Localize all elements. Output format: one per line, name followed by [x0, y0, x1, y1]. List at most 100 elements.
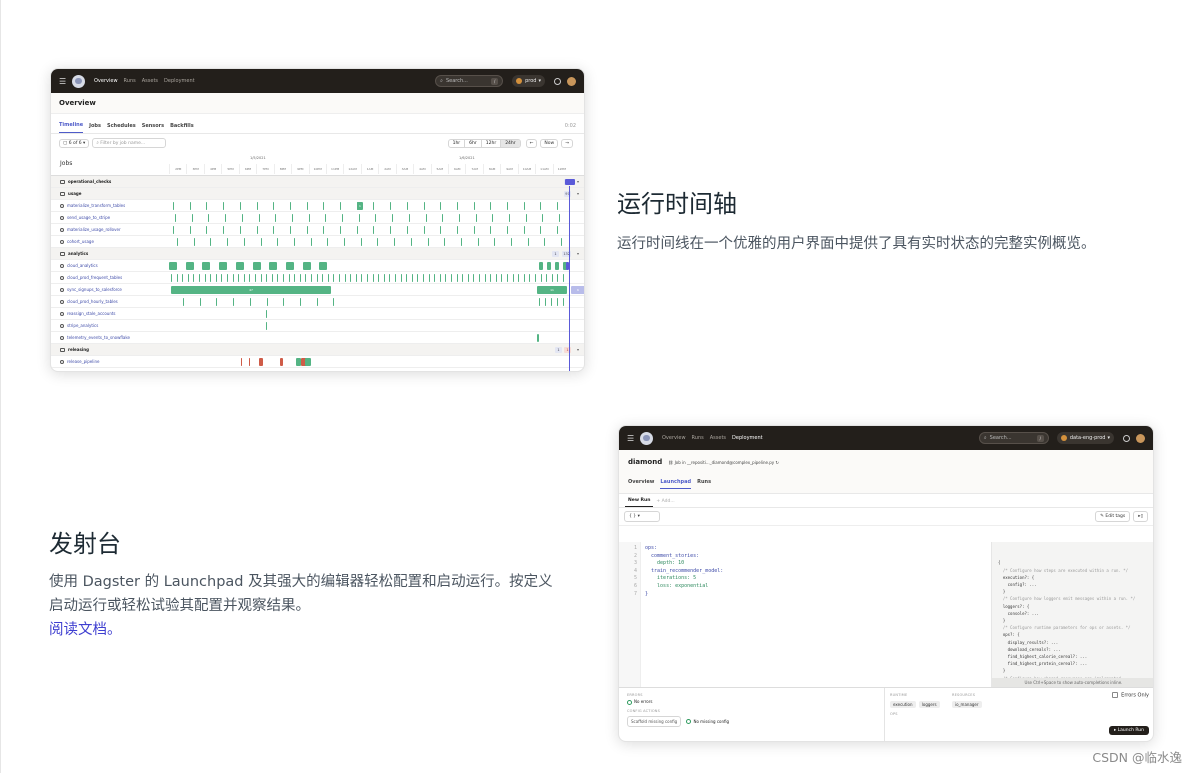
- run-bar[interactable]: [182, 274, 184, 282]
- chevron-down-icon[interactable]: ▾: [577, 176, 579, 188]
- run-bar[interactable]: [185, 262, 194, 270]
- run-bar[interactable]: [535, 274, 536, 282]
- run-bar[interactable]: [490, 202, 492, 210]
- run-bar[interactable]: [340, 226, 341, 234]
- run-bar[interactable]: [408, 214, 410, 222]
- run-bar[interactable]: [563, 274, 564, 282]
- job-name[interactable]: release_pipeline: [60, 356, 99, 368]
- run-bar[interactable]: [316, 298, 318, 306]
- run-bar[interactable]: [266, 310, 267, 318]
- run-bar[interactable]: [289, 202, 291, 210]
- run-bar[interactable]: [527, 238, 529, 246]
- run-bar[interactable]: [559, 214, 561, 222]
- run-bar[interactable]: [189, 226, 191, 234]
- run-bar[interactable]: [400, 274, 402, 282]
- run-bar[interactable]: [258, 214, 260, 222]
- run-bar[interactable]: [507, 226, 508, 234]
- run-bar[interactable]: [325, 214, 327, 222]
- run-bar[interactable]: [183, 298, 184, 306]
- run-bar[interactable]: [512, 274, 514, 282]
- run-bar[interactable]: [360, 238, 362, 246]
- run-bar[interactable]: [249, 358, 250, 366]
- dagster-logo-icon[interactable]: [72, 74, 85, 88]
- run-bar[interactable]: [375, 214, 377, 222]
- run-bar[interactable]: [551, 274, 553, 282]
- range-1hr[interactable]: 1hr: [449, 139, 466, 147]
- run-bar[interactable]: [444, 238, 446, 246]
- run-bar[interactable]: [390, 202, 392, 210]
- run-bar[interactable]: [539, 298, 540, 306]
- run-bar[interactable]: [176, 274, 178, 282]
- run-bar[interactable]: [456, 274, 458, 282]
- run-bar[interactable]: [511, 238, 512, 246]
- job-row[interactable]: materialize_usage_rollover: [51, 224, 584, 236]
- run-bar[interactable]: [252, 262, 261, 270]
- run-bar[interactable]: [523, 226, 525, 234]
- run-bar[interactable]: [206, 202, 208, 210]
- run-bar[interactable]: [473, 274, 475, 282]
- run-bar[interactable]: [355, 274, 357, 282]
- run-bar[interactable]: [323, 202, 325, 210]
- run-bar[interactable]: [283, 298, 285, 306]
- run-bar[interactable]: [523, 202, 525, 210]
- run-bar[interactable]: [442, 214, 444, 222]
- run-bar[interactable]: [344, 238, 345, 246]
- job-name[interactable]: cloud_prod_frequent_tables: [60, 272, 122, 284]
- tab-launchpad[interactable]: Launchpad: [660, 479, 692, 489]
- run-bar[interactable]: [367, 274, 368, 282]
- run-bar[interactable]: [389, 274, 391, 282]
- run-bar[interactable]: 11: [537, 286, 567, 294]
- run-bar[interactable]: [494, 238, 496, 246]
- add-session-button[interactable]: + Add...: [653, 499, 677, 507]
- run-bar[interactable]: [277, 238, 279, 246]
- run-bar[interactable]: [340, 202, 341, 210]
- run-bar[interactable]: [333, 274, 335, 282]
- nav-assets[interactable]: Assets: [710, 435, 726, 441]
- run-bar[interactable]: [187, 274, 189, 282]
- run-bar[interactable]: [477, 238, 479, 246]
- run-bar[interactable]: [378, 274, 380, 282]
- launch-run-button[interactable]: ▸ Launch Run: [1108, 726, 1149, 735]
- run-bar[interactable]: [239, 226, 241, 234]
- job-filter-input[interactable]: ⌕ Filter by job name...: [92, 138, 167, 148]
- job-row[interactable]: materialize_transform_tables 1: [51, 200, 584, 212]
- run-bar[interactable]: [467, 274, 469, 282]
- run-bar[interactable]: [537, 334, 539, 342]
- run-bar[interactable]: [208, 214, 210, 222]
- run-bar[interactable]: [241, 358, 242, 366]
- chip-io-manager[interactable]: io_manager: [952, 701, 982, 708]
- run-bar[interactable]: [285, 262, 294, 270]
- job-name[interactable]: cloud_analytics: [60, 260, 98, 272]
- read-docs-link[interactable]: 阅读文档。: [49, 622, 122, 638]
- search-input[interactable]: ⌕ Search... /: [435, 75, 504, 87]
- run-bar[interactable]: [434, 274, 436, 282]
- run-bar[interactable]: [225, 214, 227, 222]
- run-bar[interactable]: [283, 274, 284, 282]
- job-name[interactable]: stripe_analytics: [60, 320, 98, 332]
- range-12hr[interactable]: 12hr: [482, 139, 502, 147]
- run-bar[interactable]: [356, 226, 358, 234]
- job-name[interactable]: send_usage_to_stripe: [60, 212, 110, 224]
- run-bar[interactable]: [191, 214, 193, 222]
- run-bar[interactable]: [323, 226, 325, 234]
- run-bar[interactable]: [440, 202, 442, 210]
- run-bar[interactable]: [462, 274, 464, 282]
- edit-tags-button[interactable]: ✎ Edit tags: [1095, 511, 1131, 522]
- nav-overview[interactable]: Overview: [94, 78, 118, 84]
- config-editor[interactable]: 1234567 ops: comment_stories: depth: 10 …: [619, 542, 991, 687]
- tab-sensors[interactable]: Sensors: [142, 123, 164, 133]
- run-bar[interactable]: [456, 226, 458, 234]
- env-selector[interactable]: data-eng-prod ▾: [1056, 432, 1114, 444]
- run-bar[interactable]: [189, 202, 191, 210]
- run-bar[interactable]: [344, 274, 346, 282]
- run-bar[interactable]: [199, 274, 200, 282]
- run-bar[interactable]: [216, 298, 218, 306]
- run-bar[interactable]: [475, 214, 477, 222]
- run-bar[interactable]: [458, 214, 460, 222]
- run-bar[interactable]: [423, 274, 424, 282]
- nav-runs[interactable]: Runs: [124, 78, 136, 84]
- run-bar[interactable]: [544, 238, 546, 246]
- run-bar[interactable]: [173, 202, 174, 210]
- chip-execution[interactable]: execution: [890, 701, 916, 708]
- run-bar[interactable]: [273, 202, 275, 210]
